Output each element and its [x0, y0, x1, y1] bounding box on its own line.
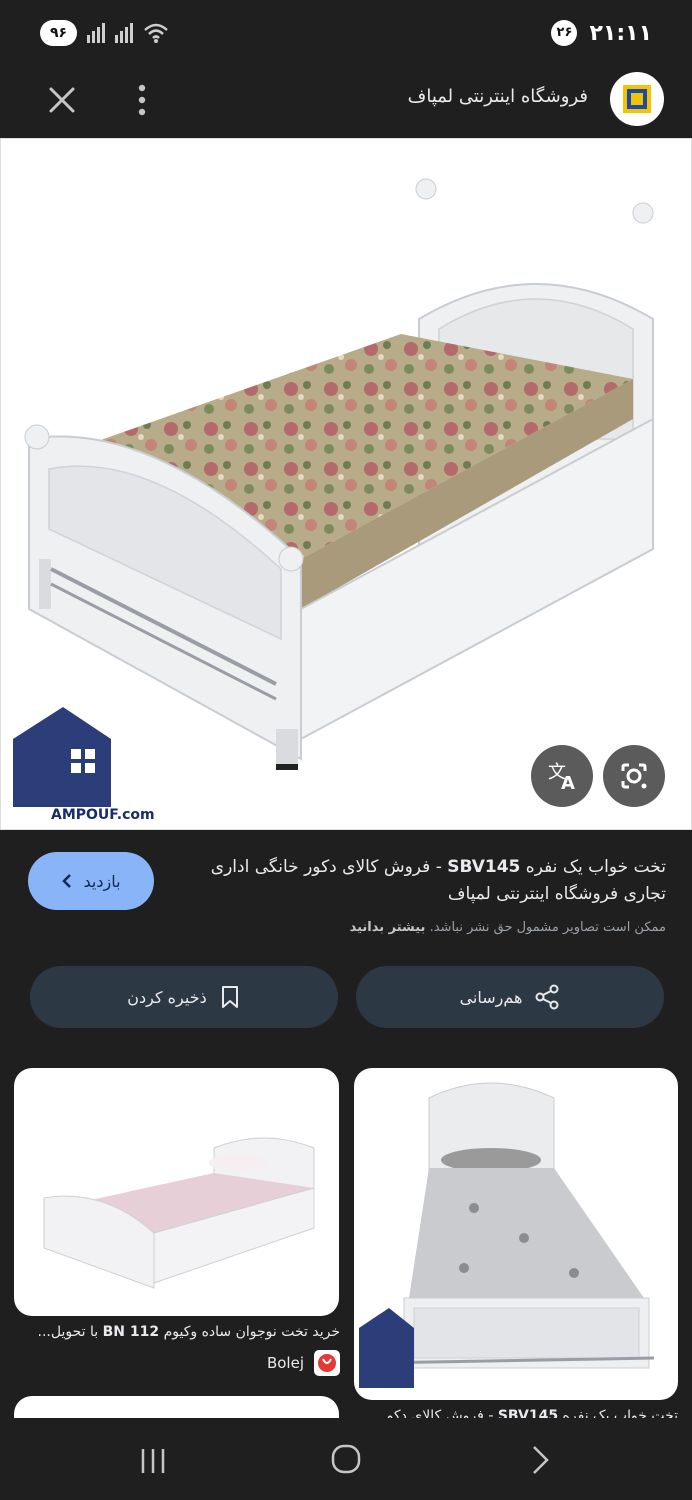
more-options-button[interactable] — [128, 80, 156, 120]
close-icon — [49, 87, 75, 113]
title-code: SBV145 — [447, 857, 521, 877]
bed-thumbnail-2 — [359, 1082, 655, 1388]
visit-button[interactable]: بازدید — [28, 852, 154, 910]
bed-thumbnail-1 — [43, 1137, 315, 1289]
result-card-image-1[interactable] — [14, 1068, 339, 1316]
status-bar: ۹۶ ۲۶ ۲۱:۱۱ — [0, 0, 692, 66]
status-left: ۹۶ — [40, 20, 169, 46]
signal-icon — [87, 23, 106, 43]
back-chevron-icon — [533, 1446, 549, 1474]
close-button[interactable] — [42, 80, 82, 120]
caption-1-suffix: با تحویل... — [37, 1324, 99, 1340]
recent-apps-button[interactable] — [138, 1446, 168, 1480]
lens-icon — [621, 763, 647, 789]
share-button[interactable]: هم‌رسانی — [356, 966, 664, 1028]
site-name[interactable]: فروشگاه اینترنتی لمپاف — [408, 86, 588, 107]
notification-badge: ۲۶ — [551, 20, 578, 46]
title-prefix: تخت خواب یک نفره — [525, 857, 666, 877]
result-caption-1[interactable]: خرید تخت نوجوان ساده وکیوم BN 112 با تحو… — [15, 1324, 340, 1340]
site-logo-icon — [623, 85, 651, 113]
clock: ۲۱:۱۱ — [589, 20, 652, 46]
status-right: ۲۶ ۲۱:۱۱ — [551, 20, 652, 46]
watermark-logo: AMPOUF.com — [13, 707, 155, 823]
caption-1-code: BN 112 — [102, 1324, 160, 1340]
bolej-favicon — [314, 1350, 340, 1376]
translate-icon: 文 A — [548, 762, 575, 794]
source-name-1: Bolej — [266, 1354, 304, 1372]
translate-button[interactable]: 文 A — [531, 745, 593, 807]
lens-button[interactable] — [603, 745, 665, 807]
disclaimer-text: ممکن است تصاویر مشمول حق نشر نباشد. — [429, 920, 666, 935]
bookmark-icon — [221, 986, 238, 1008]
bolej-logo-icon — [318, 1354, 336, 1372]
copyright-disclaimer: ممکن است تصاویر مشمول حق نشر نباشد. بیشت… — [350, 920, 666, 935]
home-button[interactable] — [330, 1442, 362, 1480]
share-icon — [535, 984, 559, 1010]
result-title[interactable]: تخت خواب یک نفره SBV145 - فروش کالای دکو… — [206, 854, 666, 908]
save-button[interactable]: ذخیره کردن — [30, 966, 338, 1028]
recent-apps-icon — [141, 1449, 165, 1473]
back-button[interactable] — [526, 1444, 554, 1480]
visit-label: بازدید — [83, 871, 121, 891]
share-label: هم‌رسانی — [459, 987, 523, 1007]
bed-image: AMPOUF.com — [13, 178, 654, 823]
site-logo[interactable] — [610, 72, 664, 126]
result-card-image-2[interactable] — [354, 1068, 678, 1400]
signal-icon-2 — [115, 23, 134, 43]
wifi-icon — [144, 23, 168, 43]
watermark-text: AMPOUF.com — [51, 807, 155, 823]
learn-more-link[interactable]: بیشتر بدانید — [350, 920, 426, 935]
save-label: ذخیره کردن — [127, 987, 207, 1007]
navigation-bar — [0, 1418, 692, 1500]
battery-indicator: ۹۶ — [40, 20, 78, 46]
info-panel: تخت خواب یک نفره SBV145 - فروش کالای دکو… — [0, 830, 692, 1436]
caption-1-prefix: خرید تخت نوجوان ساده وکیوم — [163, 1324, 340, 1340]
home-icon — [331, 1444, 361, 1474]
result-source-1[interactable]: Bolej — [267, 1350, 340, 1376]
hero-image[interactable]: AMPOUF.com 文 A — [0, 138, 692, 830]
chevron-left-icon — [62, 874, 72, 888]
svg-text:A: A — [561, 773, 575, 794]
more-vert-icon — [138, 84, 146, 116]
app-bar: فروشگاه اینترنتی لمپاف — [0, 66, 692, 138]
